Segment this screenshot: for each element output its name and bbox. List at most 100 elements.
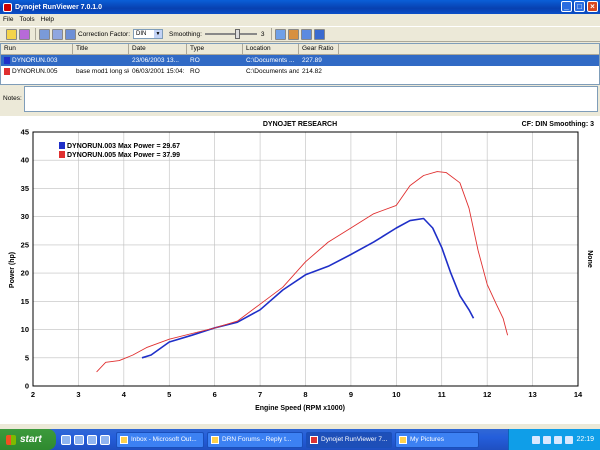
correction-factor-label: Correction Factor:: [78, 30, 131, 38]
legend-swatch: [59, 151, 65, 158]
correction-factor-value: DIN: [136, 31, 147, 37]
run-title: base mod1 long ski: [76, 68, 129, 75]
maximize-button[interactable]: □: [574, 1, 585, 12]
security-icon[interactable]: [554, 435, 563, 444]
legend-entry: DYNORUN.005 Max Power = 37.99: [67, 152, 180, 159]
y-tick-label: 40: [21, 156, 29, 165]
x-tick-label: 6: [213, 390, 217, 399]
outlook-icon: [120, 435, 128, 444]
task-forums[interactable]: DRN Forums - Reply t...: [207, 431, 303, 448]
column-date[interactable]: Date: [129, 44, 187, 54]
task-inbox[interactable]: Inbox - Microsoft Out...: [116, 431, 204, 448]
column-run[interactable]: Run: [1, 44, 73, 54]
task-my-pictures[interactable]: My Pictures: [395, 431, 479, 448]
task-label: DRN Forums - Reply t...: [222, 436, 292, 443]
table-row[interactable]: DYNORUN.005 base mod1 long ski 06/03/200…: [1, 66, 599, 77]
close-button[interactable]: ×: [587, 1, 598, 12]
column-gear-ratio[interactable]: Gear Ratio: [299, 44, 339, 54]
legend-entry: DYNORUN.003 Max Power = 29.67: [67, 143, 180, 150]
x-tick-label: 10: [392, 390, 400, 399]
table-row[interactable]: DYNORUN.003 23/06/2003 13... RO C:\Docum…: [1, 55, 599, 66]
x-axis-label: Engine Speed (RPM x1000): [255, 405, 345, 412]
windows-logo-icon: [6, 434, 16, 445]
menu-tools[interactable]: Tools: [19, 16, 34, 23]
export-icon[interactable]: [300, 28, 312, 40]
x-tick-label: 2: [31, 390, 35, 399]
smoothing-label: Smoothing:: [169, 30, 202, 38]
menu-help[interactable]: Help: [41, 16, 54, 23]
run-name: DYNORUN.005: [12, 68, 58, 75]
toolbar-divider: [35, 28, 36, 40]
run-gear-ratio: 214.82: [302, 68, 322, 75]
hand-icon[interactable]: [287, 28, 299, 40]
quick-launch: [61, 434, 110, 445]
smoothing-slider[interactable]: [204, 29, 257, 39]
x-tick-label: 5: [167, 390, 171, 399]
y-tick-label: 20: [21, 269, 29, 278]
task-label: My Pictures: [410, 436, 444, 443]
column-title[interactable]: Title: [73, 44, 129, 54]
column-location[interactable]: Location: [243, 44, 299, 54]
x-tick-label: 9: [349, 390, 353, 399]
network-icon[interactable]: [532, 435, 541, 444]
y-tick-label: 10: [21, 325, 29, 334]
desktop-icon[interactable]: [87, 434, 97, 445]
x-tick-label: 7: [258, 390, 262, 399]
chevron-down-icon: ▼: [154, 30, 163, 38]
run-location: C:\Documents ...: [246, 57, 295, 64]
task-label: Inbox - Microsoft Out...: [131, 436, 197, 443]
run-location: C:\Documents and: [246, 68, 299, 75]
browser-icon[interactable]: [61, 434, 71, 445]
run-color-swatch: [4, 56, 10, 64]
window-title: Dynojet RunViewer 7.0.1.0: [15, 3, 103, 11]
y-tick-label: 0: [25, 382, 29, 391]
y-tick-label: 30: [21, 212, 29, 221]
x-tick-label: 11: [438, 390, 446, 399]
toolbar-divider: [270, 28, 272, 40]
window-title-bar[interactable]: Dynojet RunViewer 7.0.1.0 _ □ ×: [0, 0, 600, 14]
run-gear-ratio: 227.89: [302, 57, 322, 64]
chart-header: DYNOJET RESEARCH: [263, 121, 337, 128]
taskbar: start Inbox - Microsoft Out... DRN Forum…: [0, 429, 600, 450]
minimize-button[interactable]: _: [561, 1, 572, 12]
media-icon[interactable]: [100, 434, 110, 445]
open-file-icon[interactable]: [6, 28, 17, 40]
print-icon[interactable]: [274, 28, 286, 40]
run-table: Run Title Date Type Location Gear Ratio …: [0, 43, 600, 85]
run-type: RO: [190, 68, 200, 75]
dyno-chart: DYNOJET RESEARCH CF: DIN Smoothing: 3 0 5…: [0, 116, 600, 424]
x-tick-label: 13: [528, 390, 536, 399]
crosshair-icon[interactable]: [313, 28, 325, 40]
run-date: 23/06/2003 13...: [132, 57, 179, 64]
correction-factor-select[interactable]: DIN ▼: [133, 29, 164, 39]
slider-thumb[interactable]: [234, 29, 240, 39]
smoothing-value: 3: [260, 30, 265, 38]
app-icon: [310, 435, 318, 444]
x-tick-label: 12: [483, 390, 491, 399]
y-tick-label: 35: [21, 184, 29, 193]
graph-options-icon[interactable]: [52, 28, 63, 40]
y-tick-label: 15: [21, 297, 29, 306]
task-label: Dynojet RunViewer 7...: [321, 436, 388, 443]
notes-field[interactable]: [24, 86, 598, 112]
app-icon: [3, 2, 12, 12]
system-tray: 22:19: [508, 429, 600, 450]
menu-file[interactable]: File: [3, 16, 13, 23]
folder-icon: [399, 435, 407, 444]
graph-view-icon[interactable]: [39, 28, 50, 40]
start-button[interactable]: start: [0, 429, 56, 450]
clock: 22:19: [576, 436, 594, 443]
remove-run-icon[interactable]: [19, 28, 30, 40]
y-axis-label: Power (hp): [9, 252, 16, 288]
update-icon[interactable]: [565, 435, 574, 444]
notes-label: Notes:: [3, 95, 22, 102]
graph-settings-icon[interactable]: [65, 28, 76, 40]
slider-track: [204, 33, 257, 35]
volume-icon[interactable]: [543, 435, 552, 444]
start-label: start: [20, 434, 42, 445]
task-runviewer[interactable]: Dynojet RunViewer 7...: [306, 431, 392, 448]
email-icon[interactable]: [74, 434, 84, 445]
y-tick-label: 45: [21, 128, 29, 137]
toolbar: Correction Factor: DIN ▼ Smoothing: 3: [0, 26, 600, 42]
column-type[interactable]: Type: [187, 44, 243, 54]
